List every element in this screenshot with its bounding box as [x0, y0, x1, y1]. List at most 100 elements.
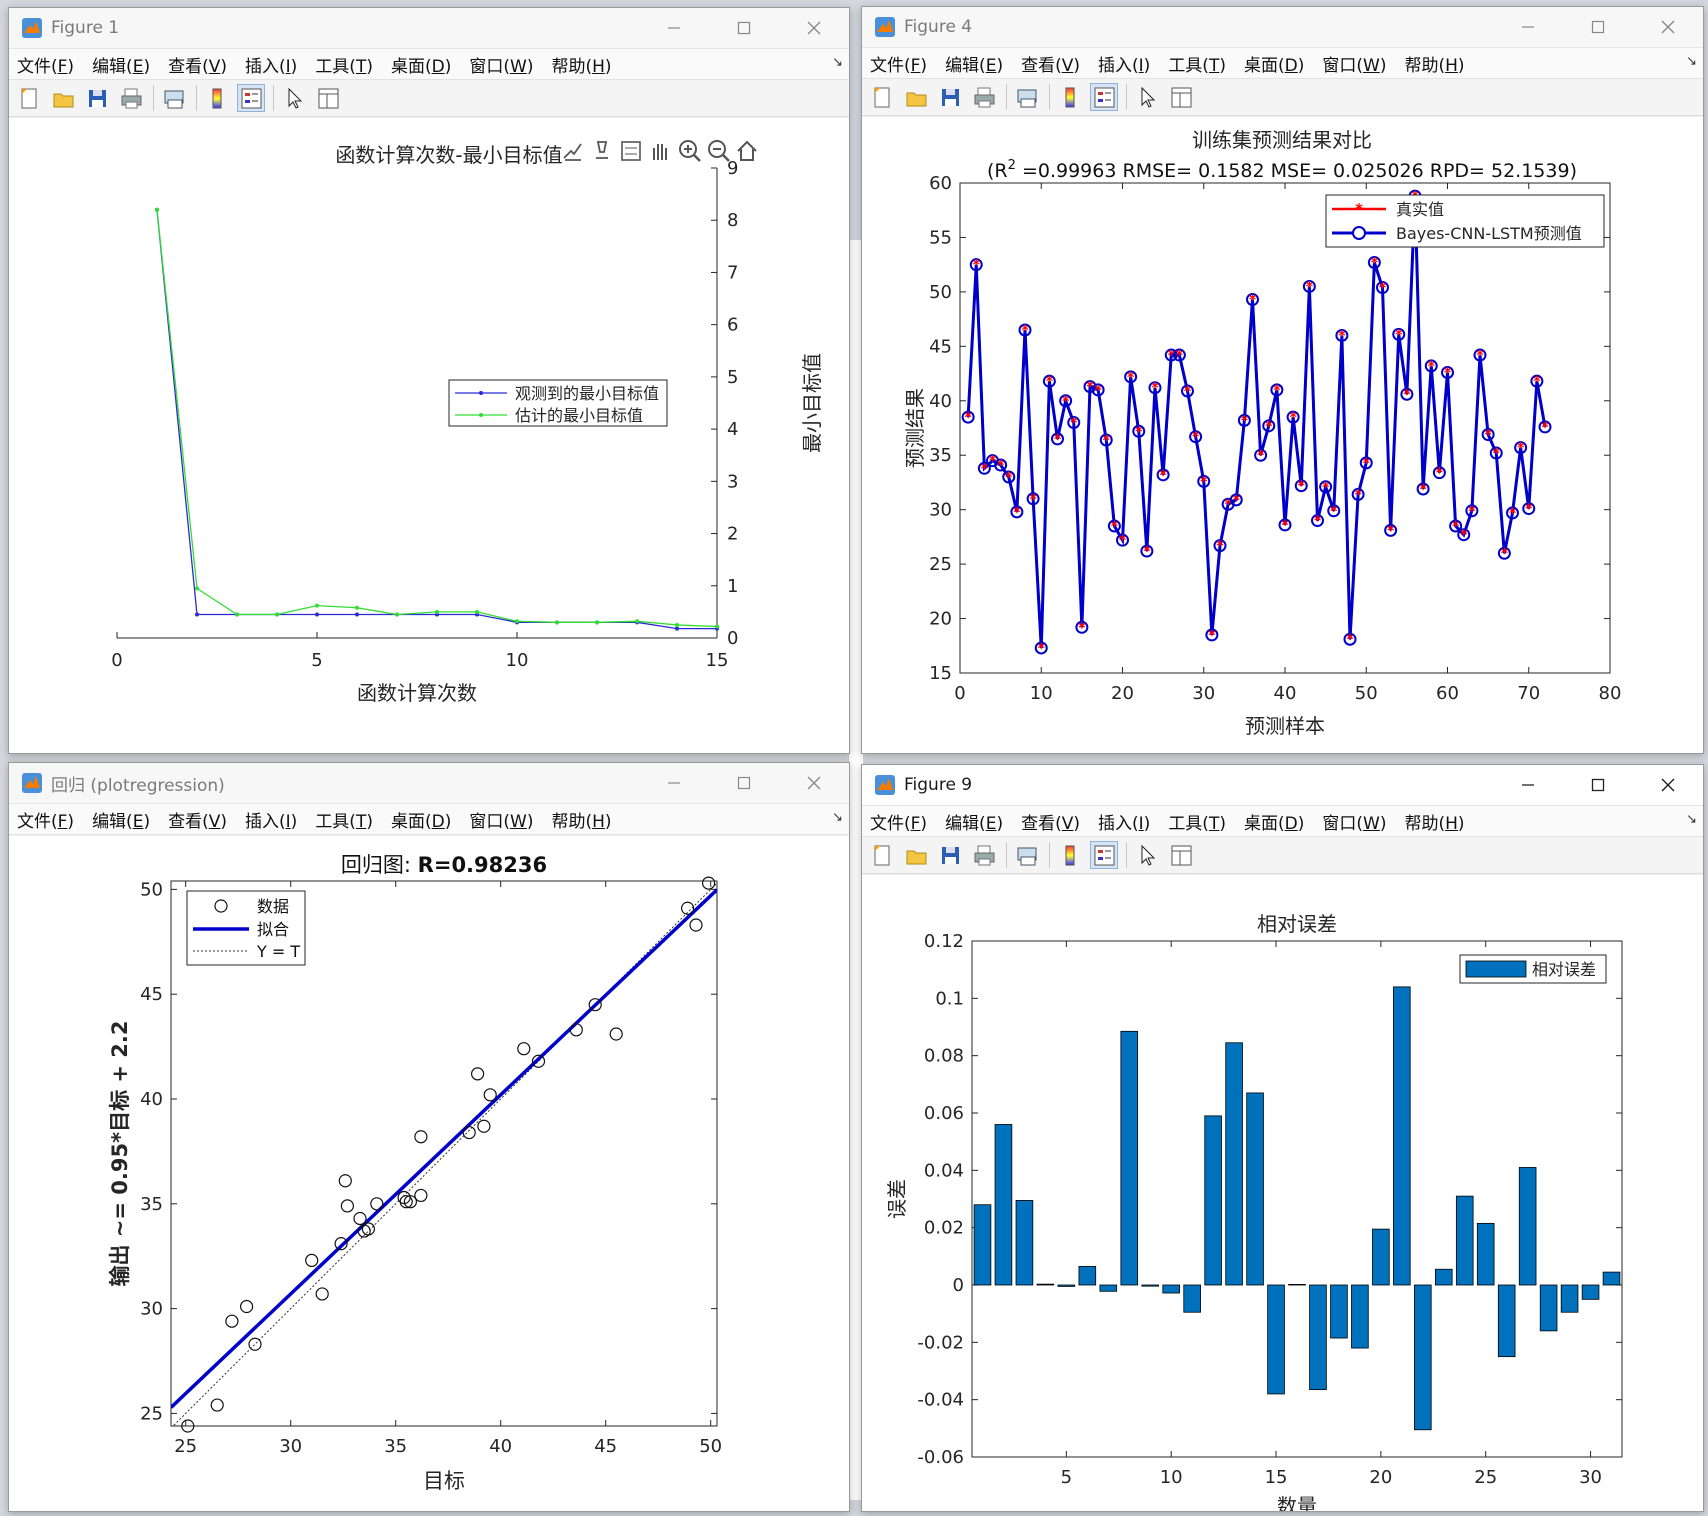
pointer-button[interactable]: [1133, 83, 1161, 111]
menu-item-f[interactable]: 文件(F): [870, 809, 927, 834]
minimize-button[interactable]: [639, 8, 709, 48]
save-button[interactable]: [936, 841, 964, 869]
figure-toolbar: [9, 80, 849, 117]
new-figure-icon: [874, 87, 890, 108]
menu-item-v[interactable]: 查看(V): [168, 52, 227, 77]
pointer-button[interactable]: [280, 84, 308, 112]
menu-item-e[interactable]: 编辑(E): [92, 52, 150, 77]
menu-item-w[interactable]: 窗口(W): [1322, 809, 1386, 834]
open-file-button[interactable]: [902, 83, 930, 111]
regression-titlebar[interactable]: 回归 (plotregression): [9, 763, 849, 804]
menu-item-v[interactable]: 查看(V): [1021, 51, 1080, 76]
menu-item-f[interactable]: 文件(F): [870, 51, 927, 76]
menu-item-i[interactable]: 插入(I): [1098, 809, 1150, 834]
close-button[interactable]: [1633, 7, 1703, 47]
menu-item-t[interactable]: 工具(T): [315, 52, 373, 77]
menu-item-h[interactable]: 帮助(H): [1404, 51, 1464, 76]
minimize-button[interactable]: [1493, 765, 1563, 805]
new-figure-button[interactable]: [868, 841, 896, 869]
dock-arrow-icon[interactable]: ↘: [1686, 54, 1697, 69]
x-tick-label: 0: [111, 650, 122, 671]
menu-item-w[interactable]: 窗口(W): [1322, 51, 1386, 76]
colorbar-button[interactable]: [1056, 83, 1084, 111]
menu-bar: 文件(F) 编辑(E) 查看(V) 插入(I) 工具(T) 桌面(D) 窗口(W) 帮助(H)…: [862, 48, 1703, 79]
zoom-in-icon[interactable]: [679, 140, 701, 162]
menu-item-f[interactable]: 文件(F): [17, 52, 74, 77]
menu-item-v[interactable]: 查看(V): [168, 807, 227, 832]
pointer-button[interactable]: [1133, 841, 1161, 869]
menu-item-h[interactable]: 帮助(H): [1404, 809, 1464, 834]
figure-canvas[interactable]: 0 5 10 15 0 1 2 3 4 5 6 7 8 9 函数计算次数-最小目标值 函数计算次数 最小目标值观…: [9, 118, 849, 753]
menu-item-e[interactable]: 编辑(E): [92, 807, 150, 832]
colorbar-button[interactable]: [203, 84, 231, 112]
save-button[interactable]: [936, 83, 964, 111]
menu-item-w[interactable]: 窗口(W): [469, 52, 533, 77]
data-tip-icon[interactable]: [596, 141, 608, 159]
figure-4-titlebar[interactable]: Figure 4: [862, 7, 1703, 48]
menu-item-w[interactable]: 窗口(W): [469, 807, 533, 832]
menu-item-t[interactable]: 工具(T): [1168, 51, 1226, 76]
maximize-button[interactable]: [709, 763, 779, 803]
print-button[interactable]: [970, 841, 998, 869]
dock-arrow-icon[interactable]: ↘: [832, 55, 843, 70]
open-file-button[interactable]: [49, 84, 77, 112]
property-editor-button[interactable]: [1167, 83, 1195, 111]
save-button[interactable]: [83, 84, 111, 112]
data-point: [435, 609, 439, 614]
figure-canvas[interactable]: 25 30 35 40 45 50 25 30 35 40 45 50 回归图: R=0.98236 目标…: [9, 836, 849, 1511]
zoom-out-icon[interactable]: [708, 140, 730, 162]
menu-item-i[interactable]: 插入(I): [245, 52, 297, 77]
true-marker: *: [1354, 487, 1362, 503]
menu-item-d[interactable]: 桌面(D): [391, 52, 451, 77]
new-figure-button[interactable]: [868, 83, 896, 111]
menu-item-d[interactable]: 桌面(D): [1244, 51, 1304, 76]
figure-9-titlebar[interactable]: Figure 9: [862, 765, 1703, 806]
link-plot-button[interactable]: [160, 84, 188, 112]
dock-arrow-icon[interactable]: ↘: [1686, 812, 1697, 827]
menu-item-i[interactable]: 插入(I): [1098, 51, 1150, 76]
pan-icon[interactable]: [653, 144, 667, 160]
menu-item-h[interactable]: 帮助(H): [551, 807, 611, 832]
menu-item-h[interactable]: 帮助(H): [551, 52, 611, 77]
property-editor-button[interactable]: [314, 84, 342, 112]
bar: [1414, 1284, 1432, 1431]
data-point: [355, 605, 359, 610]
toolbar-separator: [1126, 84, 1127, 110]
maximize-button[interactable]: [1563, 765, 1633, 805]
menu-item-f[interactable]: 文件(F): [17, 807, 74, 832]
print-button[interactable]: [117, 84, 145, 112]
close-button[interactable]: [779, 8, 849, 48]
maximize-button[interactable]: [709, 8, 779, 48]
figure-canvas[interactable]: 0 10 20 30 40 50 60 70 80 15 20 25 30 35 40 45 50 55 60 训练集…: [862, 117, 1703, 753]
link-plot-button[interactable]: [1013, 83, 1041, 111]
menu-item-d[interactable]: 桌面(D): [1244, 809, 1304, 834]
close-button[interactable]: [779, 763, 849, 803]
close-button[interactable]: [1633, 765, 1703, 805]
home-icon[interactable]: [737, 140, 757, 161]
legend-toggle-icon[interactable]: [621, 141, 641, 161]
bar: [1015, 1200, 1034, 1286]
print-button[interactable]: [970, 83, 998, 111]
link-plot-button[interactable]: [1013, 841, 1041, 869]
figure-1-titlebar[interactable]: Figure 1: [9, 8, 849, 49]
menu-item-e[interactable]: 编辑(E): [945, 51, 1003, 76]
figure-canvas[interactable]: 5 10 15 20 25 30 -0.06 -0.04 -0.02 0 0.02 0.04 0.06 0…: [862, 875, 1703, 1511]
new-figure-button[interactable]: [15, 84, 43, 112]
brush-icon[interactable]: [563, 143, 582, 161]
legend-button[interactable]: [1090, 841, 1118, 869]
menu-item-v[interactable]: 查看(V): [1021, 809, 1080, 834]
legend-button[interactable]: [237, 84, 265, 112]
dock-arrow-icon[interactable]: ↘: [832, 810, 843, 825]
maximize-button[interactable]: [1563, 7, 1633, 47]
minimize-button[interactable]: [639, 763, 709, 803]
minimize-button[interactable]: [1493, 7, 1563, 47]
menu-item-i[interactable]: 插入(I): [245, 807, 297, 832]
legend-button[interactable]: [1090, 83, 1118, 111]
menu-item-t[interactable]: 工具(T): [315, 807, 373, 832]
menu-item-d[interactable]: 桌面(D): [391, 807, 451, 832]
open-file-button[interactable]: [902, 841, 930, 869]
property-editor-button[interactable]: [1167, 841, 1195, 869]
menu-item-t[interactable]: 工具(T): [1168, 809, 1226, 834]
menu-item-e[interactable]: 编辑(E): [945, 809, 1003, 834]
colorbar-button[interactable]: [1056, 841, 1084, 869]
